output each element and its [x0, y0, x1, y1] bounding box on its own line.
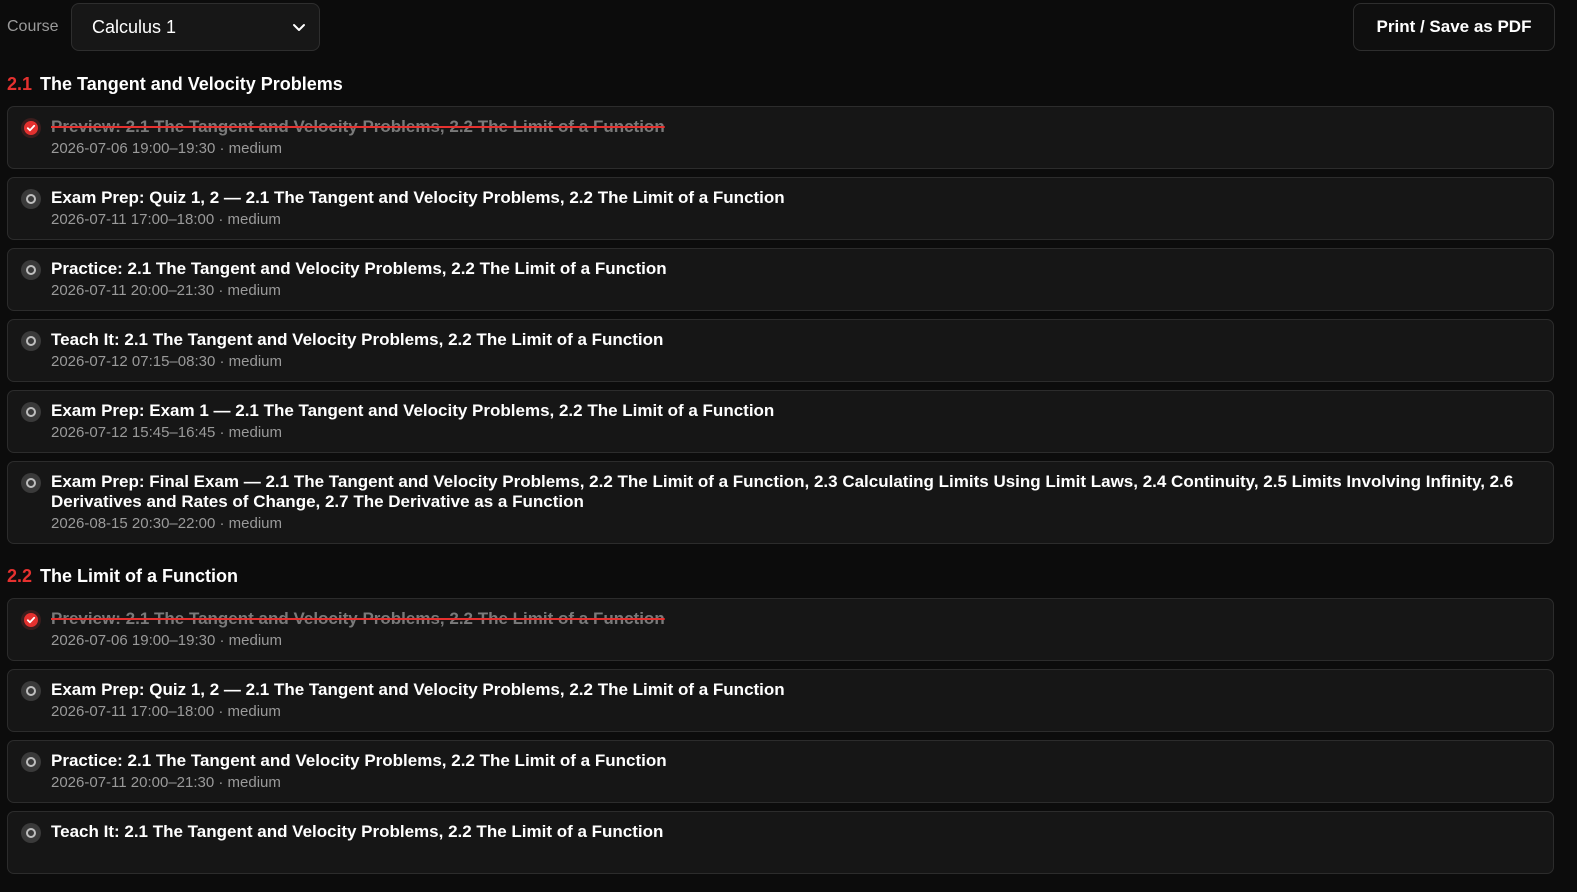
study-task-item[interactable]: Preview: 2.1 The Tangent and Velocity Pr…: [7, 106, 1554, 169]
task-meta: 2026-07-11 17:00–18:00 · medium: [51, 703, 281, 720]
task-title: Exam Prep: Quiz 1, 2 — 2.1 The Tangent a…: [51, 188, 785, 207]
topic-section: 2.2 The Limit of a Function Preview: 2.1 T…: [7, 562, 1554, 874]
circle-icon[interactable]: [21, 189, 41, 209]
course-select[interactable]: Calculus 1: [71, 3, 320, 51]
section-heading: 2.1 The Tangent and Velocity Problems: [7, 70, 1554, 98]
study-task-item[interactable]: Preview: 2.1 The Tangent and Velocity Pr…: [7, 598, 1554, 661]
study-task-item[interactable]: Practice: 2.1 The Tangent and Velocity P…: [7, 740, 1554, 803]
chevron-down-icon: [293, 24, 305, 31]
top-bar: Course Calculus 1 Print / Save as PDF: [0, 0, 1577, 58]
topic-section: 2.1 The Tangent and Velocity Problems Prev…: [7, 70, 1554, 544]
schedule-content: 2.1 The Tangent and Velocity Problems Prev…: [7, 70, 1554, 892]
study-task-item[interactable]: Exam Prep: Exam 1 — 2.1 The Tangent and …: [7, 390, 1554, 453]
circle-icon[interactable]: [21, 752, 41, 772]
task-meta: 2026-07-06 19:00–19:30 · medium: [51, 632, 282, 649]
section-number: 2.2: [7, 565, 33, 586]
circle-icon[interactable]: [21, 473, 41, 493]
task-meta: 2026-07-11 17:00–18:00 · medium: [51, 211, 281, 228]
section-title: The Limit of a Function: [40, 565, 239, 586]
study-task-item[interactable]: Teach It: 2.1 The Tangent and Velocity P…: [7, 811, 1554, 874]
print-save-pdf-button[interactable]: Print / Save as PDF: [1353, 3, 1555, 51]
section-heading: 2.2 The Limit of a Function: [7, 562, 1554, 590]
study-task-item[interactable]: Exam Prep: Quiz 1, 2 — 2.1 The Tangent a…: [7, 177, 1554, 240]
course-select-value: Calculus 1: [92, 16, 177, 37]
check-icon[interactable]: [21, 118, 41, 138]
task-title: Preview: 2.1 The Tangent and Velocity Pr…: [51, 117, 665, 136]
section-number: 2.1: [7, 73, 33, 94]
study-task-item[interactable]: Exam Prep: Final Exam — 2.1 The Tangent …: [7, 461, 1554, 544]
course-label: Course: [7, 18, 59, 35]
circle-icon[interactable]: [21, 402, 41, 422]
task-meta: 2026-07-06 19:00–19:30 · medium: [51, 140, 282, 157]
task-title: Practice: 2.1 The Tangent and Velocity P…: [51, 259, 667, 278]
study-task-item[interactable]: Practice: 2.1 The Tangent and Velocity P…: [7, 248, 1554, 311]
task-title: Preview: 2.1 The Tangent and Velocity Pr…: [51, 609, 665, 628]
check-icon[interactable]: [21, 610, 41, 630]
task-meta: 2026-07-12 07:15–08:30 · medium: [51, 353, 282, 370]
circle-icon[interactable]: [21, 823, 41, 843]
circle-icon[interactable]: [21, 681, 41, 701]
study-task-item[interactable]: Teach It: 2.1 The Tangent and Velocity P…: [7, 319, 1554, 382]
task-title: Exam Prep: Quiz 1, 2 — 2.1 The Tangent a…: [51, 680, 785, 699]
task-meta: 2026-08-15 20:30–22:00 · medium: [51, 515, 282, 532]
study-task-item[interactable]: Exam Prep: Quiz 1, 2 — 2.1 The Tangent a…: [7, 669, 1554, 732]
task-meta: 2026-07-11 20:00–21:30 · medium: [51, 774, 281, 791]
circle-icon[interactable]: [21, 331, 41, 351]
section-title: The Tangent and Velocity Problems: [40, 73, 343, 94]
task-title: Exam Prep: Exam 1 — 2.1 The Tangent and …: [51, 401, 775, 420]
task-meta: 2026-07-11 20:00–21:30 · medium: [51, 282, 281, 299]
circle-icon[interactable]: [21, 260, 41, 280]
task-title: Teach It: 2.1 The Tangent and Velocity P…: [51, 822, 664, 841]
task-title: Exam Prep: Final Exam — 2.1 The Tangent …: [51, 472, 1514, 511]
task-meta: 2026-07-12 15:45–16:45 · medium: [51, 424, 282, 441]
task-title: Teach It: 2.1 The Tangent and Velocity P…: [51, 330, 664, 349]
task-title: Practice: 2.1 The Tangent and Velocity P…: [51, 751, 667, 770]
